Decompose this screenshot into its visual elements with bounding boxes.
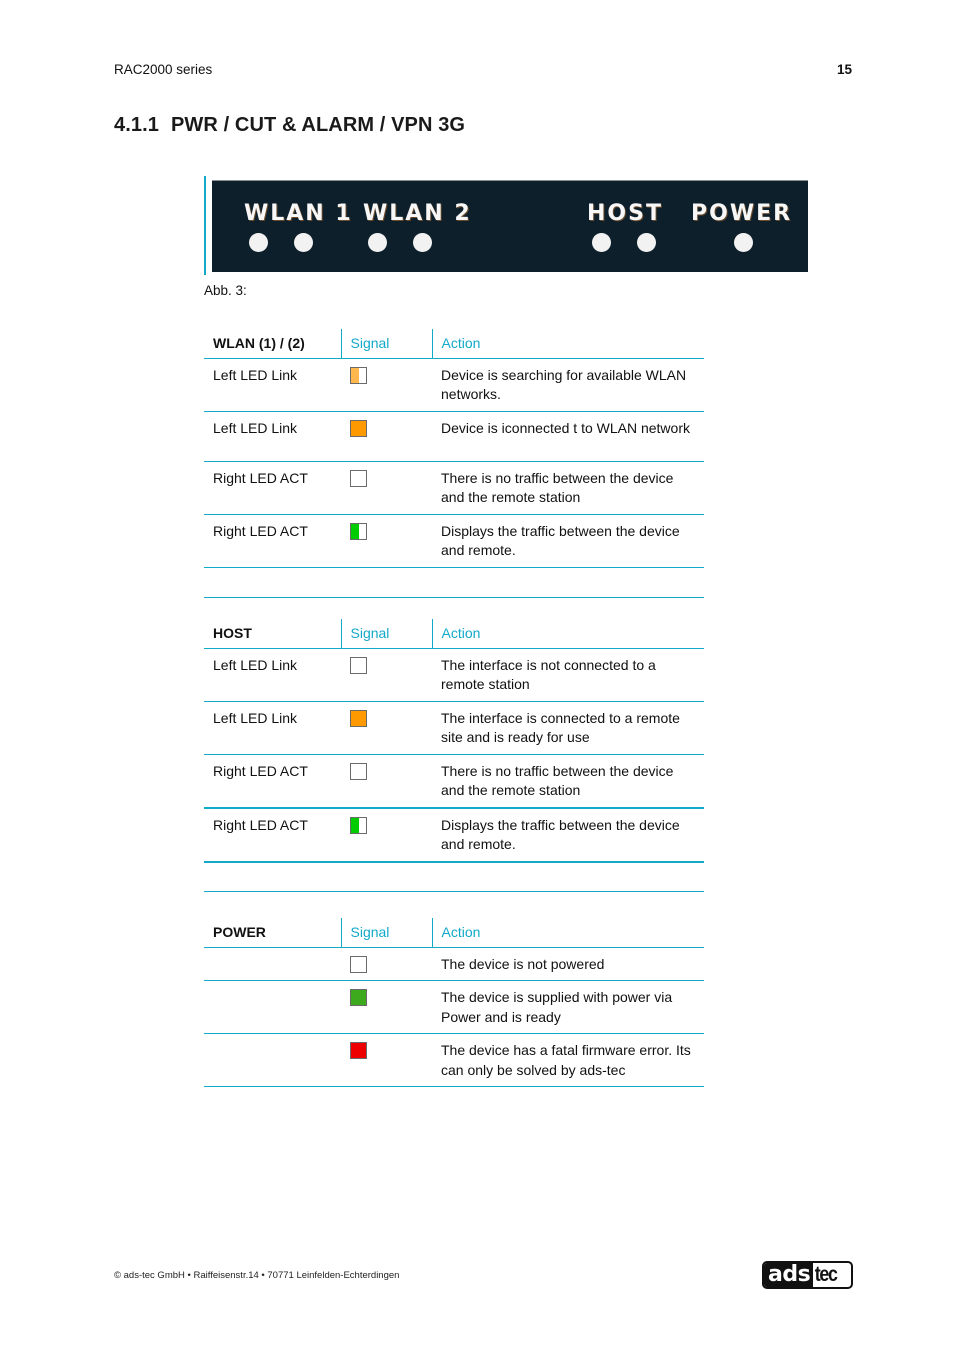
action-text: There is no traffic between the device a… — [432, 754, 704, 809]
led-panel-figure: WLAN 1 WLAN 2 HOST POWER — [212, 180, 808, 272]
off-signal-icon — [350, 469, 367, 487]
table-row: Left LED Link The interface is not conne… — [204, 648, 704, 702]
header-signal: Signal — [340, 329, 432, 359]
led-wlan1-right-icon — [294, 233, 313, 252]
action-text: The device has a fatal firmware error. I… — [432, 1033, 704, 1087]
led-wlan2-right-icon — [413, 233, 432, 252]
led-name — [204, 1033, 341, 1087]
header-led: WLAN (1) / (2) — [204, 329, 341, 359]
green-blinking-signal-icon — [350, 816, 367, 834]
table-row: Right LED ACT There is no traffic betwee… — [204, 461, 704, 515]
header-signal: Signal — [340, 619, 432, 649]
led-name: Left LED Link — [204, 701, 341, 755]
running-header: RAC2000 series 15 — [114, 62, 852, 80]
led-name: Right LED ACT — [204, 754, 341, 809]
document-series: RAC2000 series — [114, 62, 213, 77]
led-host-right-icon — [637, 233, 656, 252]
logo-tec-text: tec — [813, 1263, 839, 1287]
table-row-empty — [204, 567, 704, 598]
page-number: 15 — [836, 62, 852, 77]
action-text: Displays the traffic between the device … — [432, 514, 704, 568]
table-row: Right LED ACT There is no traffic betwee… — [204, 754, 704, 809]
table-row: The device is not powered — [204, 947, 704, 981]
figure-accent-bar — [204, 176, 206, 275]
table-row: The device is supplied with power via Po… — [204, 980, 704, 1034]
header-action: Action — [431, 918, 704, 948]
led-host-left-icon — [592, 233, 611, 252]
action-text: The interface is connected to a remote s… — [432, 701, 704, 755]
header-signal: Signal — [340, 918, 432, 948]
footer-address: © ads-tec GmbH • Raiffeisenstr.14 • 7077… — [114, 1270, 400, 1281]
led-wlan1-left-icon — [249, 233, 268, 252]
led-name: Right LED ACT — [204, 807, 341, 863]
led-name: Left LED Link — [204, 648, 341, 702]
led-name — [204, 980, 341, 1034]
header-action: Action — [431, 619, 704, 649]
table-row: Left LED Link Device is searching for av… — [204, 358, 704, 412]
led-name: Right LED ACT — [204, 461, 341, 515]
header-action: Action — [431, 329, 704, 359]
orange-on-signal-icon — [350, 419, 367, 437]
panel-label-wlan1: WLAN 1 — [244, 201, 353, 226]
panel-label-power: POWER — [691, 201, 793, 226]
table-row: Left LED Link Device is iconnected t to … — [204, 411, 704, 462]
led-name: Left LED Link — [204, 411, 341, 462]
table-row-empty — [204, 861, 704, 892]
figure-caption: Abb. 3: — [204, 283, 247, 298]
action-text: Device is iconnected t to WLAN network — [432, 411, 704, 462]
section-title: PWR / CUT & ALARM / VPN 3G — [170, 114, 466, 136]
action-text: Device is searching for available WLAN n… — [432, 358, 704, 412]
table-header-row: WLAN (1) / (2) Signal Action — [204, 329, 704, 359]
off-signal-icon — [350, 955, 367, 973]
section-number: 4.1.1 — [114, 114, 159, 136]
off-signal-icon — [350, 762, 367, 780]
table-header-row: HOST Signal Action — [204, 619, 704, 649]
logo-ads-text: ads — [764, 1263, 814, 1287]
table-row: Left LED Link The interface is connected… — [204, 701, 704, 755]
led-name: Right LED ACT — [204, 514, 341, 568]
red-on-signal-icon — [350, 1042, 367, 1059]
orange-on-signal-icon — [350, 709, 367, 727]
led-name: Left LED Link — [204, 358, 341, 412]
action-text: There is no traffic between the device a… — [432, 461, 704, 515]
table-header-row: POWER Signal Action — [204, 918, 704, 948]
green-blinking-signal-icon — [350, 522, 367, 540]
action-text: Displays the traffic between the device … — [432, 807, 704, 863]
action-text: The device is supplied with power via Po… — [432, 980, 704, 1034]
wlan-led-table: WLAN (1) / (2) Signal Action Left LED Li… — [204, 329, 704, 598]
host-led-table: HOST Signal Action Left LED Link The int… — [204, 619, 704, 892]
panel-label-host: HOST — [587, 201, 663, 226]
power-led-table: POWER Signal Action The device is not po… — [204, 918, 704, 1087]
table-row: Right LED ACT Displays the traffic betwe… — [204, 514, 704, 568]
action-text: The device is not powered — [432, 947, 704, 981]
header-led: HOST — [204, 619, 341, 649]
header-led: POWER — [204, 918, 341, 948]
action-text: The interface is not connected to a remo… — [432, 648, 704, 702]
panel-label-wlan2: WLAN 2 — [363, 201, 472, 226]
ads-tec-logo: ads tec — [762, 1261, 853, 1289]
led-power-icon — [734, 233, 753, 252]
off-signal-icon — [350, 656, 367, 674]
orange-blinking-signal-icon — [350, 366, 367, 384]
led-wlan2-left-icon — [368, 233, 387, 252]
section-heading: 4.1.1 PWR / CUT & ALARM / VPN 3G — [114, 114, 465, 137]
table-row: Right LED ACT Displays the traffic betwe… — [204, 807, 704, 863]
table-row: The device has a fatal firmware error. I… — [204, 1033, 704, 1087]
led-name — [204, 947, 341, 981]
green-on-signal-icon — [350, 989, 367, 1006]
